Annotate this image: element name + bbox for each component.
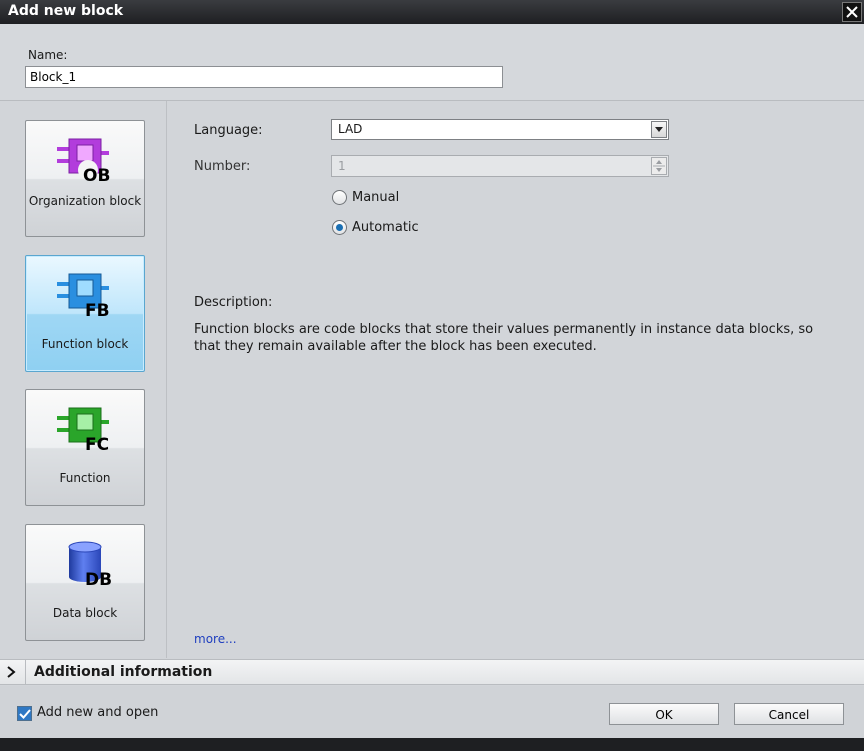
- number-spinner: [651, 157, 667, 175]
- cancel-button[interactable]: Cancel: [734, 703, 844, 725]
- more-link[interactable]: more...: [194, 632, 237, 646]
- add-new-block-dialog: Add new block Name: OB Organization bloc…: [0, 0, 864, 751]
- name-input[interactable]: [25, 66, 503, 88]
- description-label: Description:: [194, 295, 273, 310]
- data-block-icon: DB: [68, 541, 112, 589]
- language-select[interactable]: LAD: [331, 119, 669, 140]
- block-settings-panel: Language: LAD Number: 1 Manual Automatic…: [167, 101, 864, 658]
- organization-block-icon: OB: [57, 138, 110, 185]
- checkmark-icon: [19, 709, 31, 719]
- close-icon: [846, 6, 858, 18]
- language-dropdown-button[interactable]: [651, 121, 667, 138]
- db-badge: DB: [85, 570, 112, 589]
- additional-information-label: Additional information: [34, 664, 213, 680]
- organization-block-label: Organization block: [28, 194, 142, 208]
- description-text: Function blocks are code blocks that sto…: [194, 322, 814, 354]
- radio-manual-dot[interactable]: [332, 190, 347, 205]
- add-new-and-open-label: Add new and open: [37, 705, 159, 720]
- function-button[interactable]: FC Function: [25, 389, 145, 506]
- add-new-and-open-checkbox[interactable]: [17, 706, 32, 721]
- number-label: Number:: [194, 159, 251, 174]
- window-title: Add new block: [8, 3, 124, 19]
- radio-manual-label: Manual: [352, 190, 400, 205]
- additional-information-bar[interactable]: Additional information: [0, 659, 864, 685]
- fc-badge: FC: [85, 435, 109, 454]
- function-block-button[interactable]: FB Function block: [25, 255, 145, 372]
- function-block-label: Function block: [41, 337, 129, 351]
- title-bar: Add new block: [0, 0, 864, 24]
- close-button[interactable]: [842, 2, 862, 22]
- spinner-arrows-icon: [653, 160, 665, 172]
- radio-automatic-label: Automatic: [352, 220, 419, 235]
- name-label: Name:: [28, 48, 68, 62]
- data-block-label: Data block: [52, 606, 118, 620]
- chevron-down-icon: [655, 127, 663, 132]
- bottom-strip: [0, 738, 864, 751]
- language-label: Language:: [194, 123, 263, 138]
- data-block-button[interactable]: DB Data block: [25, 524, 145, 641]
- language-value: LAD: [338, 122, 363, 136]
- function-icon: FC: [57, 407, 109, 454]
- name-section: Name:: [0, 24, 864, 101]
- divider: [25, 660, 26, 684]
- fb-badge: FB: [85, 301, 110, 320]
- number-field: 1: [331, 155, 669, 177]
- ok-button[interactable]: OK: [609, 703, 719, 725]
- dialog-footer: Add new and open OK Cancel: [0, 686, 864, 738]
- block-type-panel: OB Organization block FB Function block: [0, 101, 167, 658]
- function-block-icon: FB: [57, 273, 110, 320]
- chevron-right-icon[interactable]: [7, 666, 16, 678]
- ob-badge: OB: [83, 166, 110, 185]
- function-label: Function: [59, 471, 111, 485]
- organization-block-button[interactable]: OB Organization block: [25, 120, 145, 237]
- radio-automatic-dot[interactable]: [332, 220, 347, 235]
- number-value: 1: [338, 159, 346, 173]
